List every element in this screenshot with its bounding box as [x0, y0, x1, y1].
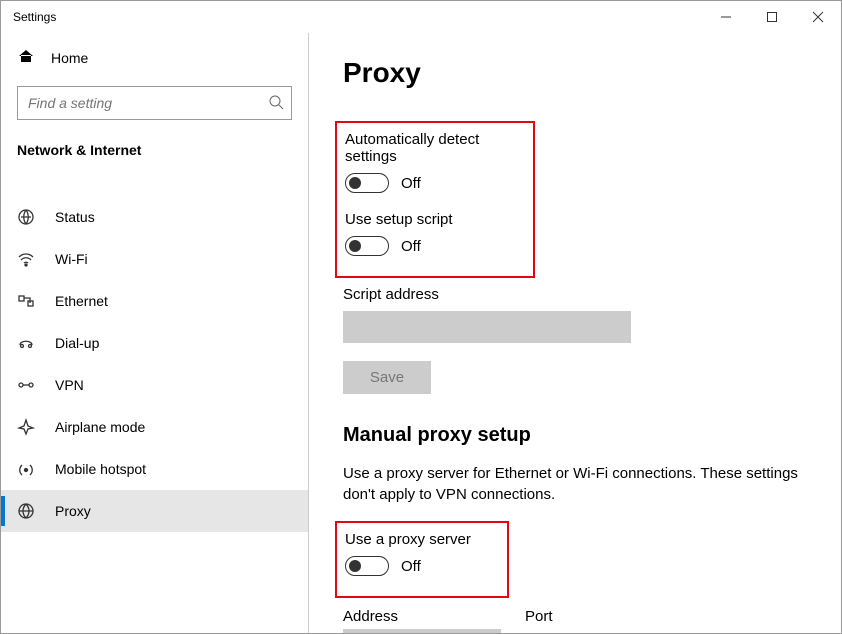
nav-label: Proxy	[55, 503, 91, 519]
auto-detect-label: Automatically detect settings	[345, 131, 525, 165]
home-label: Home	[51, 50, 88, 66]
nav-label: VPN	[55, 377, 84, 393]
sidebar: Home Network & Internet Status Wi-Fi Eth…	[1, 33, 309, 633]
page-title: Proxy	[343, 57, 817, 89]
vpn-icon	[17, 376, 35, 394]
address-input[interactable]	[343, 629, 501, 633]
toggle-state: Off	[401, 175, 421, 192]
sidebar-item-dialup[interactable]: Dial-up	[1, 322, 308, 364]
dialup-icon	[17, 334, 35, 352]
nav-label: Wi-Fi	[55, 251, 88, 267]
setup-script-toggle[interactable]: Off	[345, 236, 525, 256]
manual-title: Manual proxy setup	[343, 424, 817, 447]
airplane-icon	[17, 418, 35, 436]
proxy-icon	[17, 502, 35, 520]
search-container	[17, 86, 292, 120]
title-bar: Settings	[1, 1, 841, 33]
category-title: Network & Internet	[1, 136, 308, 172]
toggle-switch	[345, 173, 389, 193]
close-button[interactable]	[795, 1, 841, 33]
manual-description: Use a proxy server for Ethernet or Wi-Fi…	[343, 463, 817, 505]
wifi-icon	[17, 250, 35, 268]
nav-label: Ethernet	[55, 293, 108, 309]
toggle-switch	[345, 556, 389, 576]
toggle-switch	[345, 236, 389, 256]
sidebar-item-wifi[interactable]: Wi-Fi	[1, 238, 308, 280]
highlight-box-auto: Automatically detect settings Off Use se…	[335, 121, 535, 278]
script-address-input[interactable]	[343, 311, 631, 343]
hotspot-icon	[17, 460, 35, 478]
sidebar-item-status[interactable]: Status	[1, 196, 308, 238]
search-icon	[268, 94, 284, 115]
nav-list: Status Wi-Fi Ethernet Dial-up VPN Airpla…	[1, 196, 308, 532]
ethernet-icon	[17, 292, 35, 310]
nav-label: Mobile hotspot	[55, 461, 146, 477]
home-nav[interactable]: Home	[1, 33, 308, 82]
use-proxy-toggle[interactable]: Off	[345, 556, 499, 576]
sidebar-item-hotspot[interactable]: Mobile hotspot	[1, 448, 308, 490]
address-port-row: Address Port	[343, 608, 817, 633]
nav-label: Airplane mode	[55, 419, 145, 435]
toggle-state: Off	[401, 558, 421, 575]
close-icon	[812, 11, 824, 23]
window-title: Settings	[13, 10, 56, 24]
script-address-label: Script address	[343, 286, 817, 303]
nav-label: Status	[55, 209, 95, 225]
address-label: Address	[343, 608, 501, 625]
use-proxy-label: Use a proxy server	[345, 531, 499, 548]
minimize-button[interactable]	[703, 1, 749, 33]
maximize-button[interactable]	[749, 1, 795, 33]
home-icon	[17, 47, 35, 68]
port-label: Port	[525, 608, 597, 625]
setup-script-label: Use setup script	[345, 211, 525, 228]
auto-detect-toggle[interactable]: Off	[345, 173, 525, 193]
main-panel: Proxy Automatically detect settings Off …	[309, 33, 841, 633]
save-button[interactable]: Save	[343, 361, 431, 394]
sidebar-item-airplane[interactable]: Airplane mode	[1, 406, 308, 448]
maximize-icon	[766, 11, 778, 23]
search-input[interactable]	[17, 86, 292, 120]
sidebar-item-proxy[interactable]: Proxy	[1, 490, 308, 532]
content-area: Home Network & Internet Status Wi-Fi Eth…	[1, 33, 841, 633]
minimize-icon	[720, 11, 732, 23]
sidebar-item-vpn[interactable]: VPN	[1, 364, 308, 406]
highlight-box-manual: Use a proxy server Off	[335, 521, 509, 598]
toggle-state: Off	[401, 238, 421, 255]
nav-label: Dial-up	[55, 335, 99, 351]
sidebar-item-ethernet[interactable]: Ethernet	[1, 280, 308, 322]
status-icon	[17, 208, 35, 226]
